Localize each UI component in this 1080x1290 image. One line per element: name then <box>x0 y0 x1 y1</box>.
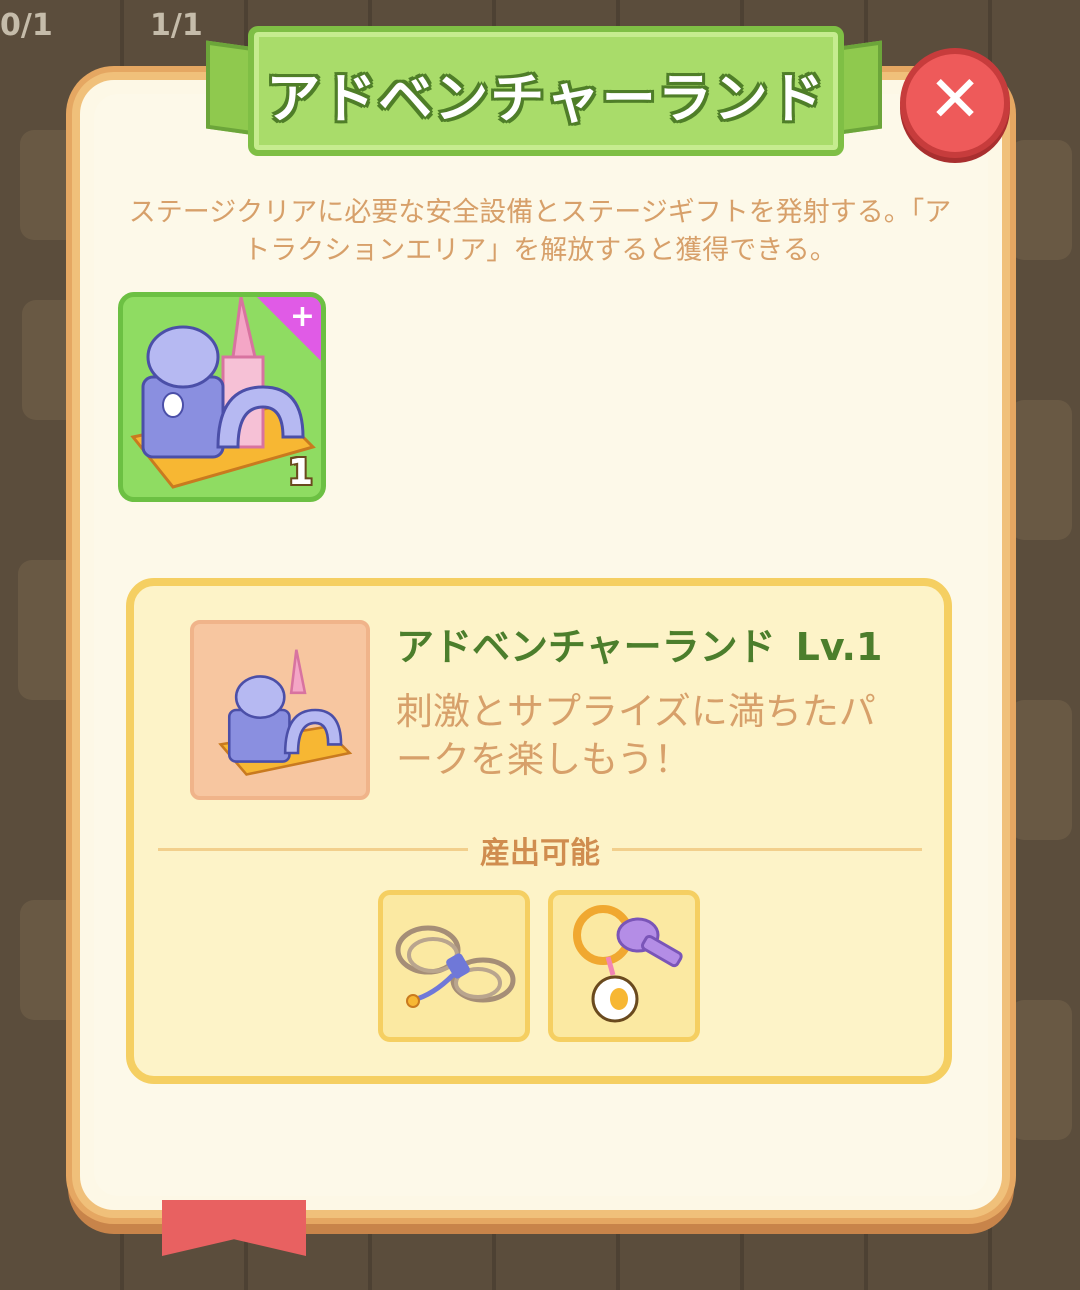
background-counter-mid: 1/1 <box>150 8 203 43</box>
produce-slot-rope[interactable] <box>378 890 530 1042</box>
building-name: アドベンチャーランド <box>396 625 776 669</box>
close-icon: ✕ <box>928 63 982 137</box>
rope-icon <box>395 925 516 1008</box>
building-thumbnail <box>190 620 370 800</box>
close-button[interactable]: ✕ <box>900 48 1010 158</box>
building-level: Lv.1 <box>795 625 883 669</box>
plus-icon: + <box>289 299 315 334</box>
background-counter-left: 0/1 <box>0 8 53 43</box>
dialog-description: ステージクリアに必要な安全設備とステージギフトを発射する。「アトラクションエリア… <box>128 197 952 266</box>
keychain-icon <box>573 905 683 1023</box>
produce-slot-keychain[interactable] <box>548 890 700 1042</box>
building-tagline: 刺激とサプライズに満ちたパークを楽しもう！ <box>396 690 876 781</box>
item-count: 1 <box>287 452 313 493</box>
bouncy-castle-icon <box>218 649 353 776</box>
building-name-row: アドベンチャーランド Lv.1 <box>396 616 882 671</box>
item-card[interactable]: + 1 <box>118 292 326 502</box>
dialog-title: アドベンチャーランド <box>266 67 826 130</box>
title-ribbon: アドベンチャーランド <box>248 26 844 156</box>
produces-label: 産出可能 <box>468 836 612 871</box>
